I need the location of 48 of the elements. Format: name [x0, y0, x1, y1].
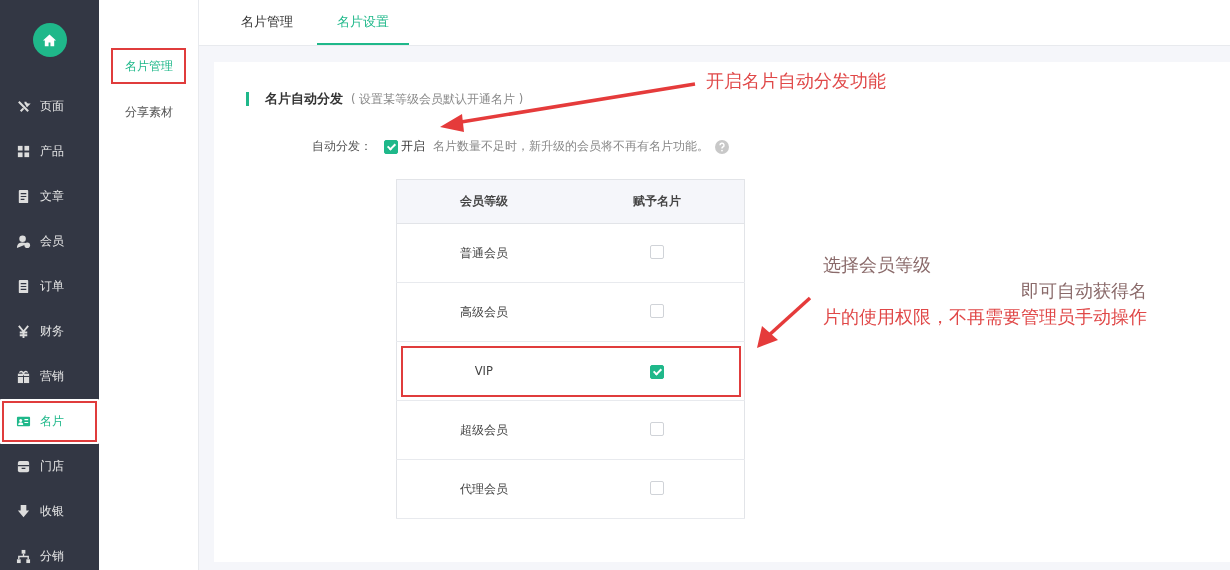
sidebar-item[interactable]: 产品 [0, 129, 99, 174]
checkbox[interactable] [384, 139, 398, 154]
sidebar-item[interactable]: 分销 [0, 534, 99, 570]
field-label: 自动分发： [311, 139, 373, 154]
store-icon [16, 459, 31, 474]
sidebar-item[interactable]: 文章 [0, 174, 99, 219]
sidebar-item[interactable]: 财务 [0, 309, 99, 354]
checkbox[interactable] [650, 244, 665, 259]
annotation-text: 选择会员等级 [823, 253, 932, 277]
checkbox[interactable] [650, 364, 665, 379]
annotation-text: 片的使用权限，不再需要管理员手动操作 [823, 305, 1147, 329]
user-icon [16, 234, 31, 249]
help-text: 名片数量不足时，新升级的会员将不再有名片功能。 [433, 139, 709, 154]
document-icon [16, 189, 31, 204]
table-cell: 代理会员 [459, 481, 508, 496]
sidebar-item[interactable]: 页面 [0, 84, 99, 129]
checkbox[interactable] [650, 421, 665, 436]
id-card-icon [16, 414, 31, 429]
sidebar-item[interactable]: 订单 [0, 264, 99, 309]
sidebar-item[interactable]: 营销 [0, 354, 99, 399]
hierarchy-icon [16, 549, 31, 564]
column-header: 赋予名片 [633, 194, 682, 208]
section-title: 名片自动分发 [265, 90, 343, 108]
sidebar-item[interactable]: 会员 [0, 219, 99, 264]
yen-icon [16, 324, 31, 339]
down-arrow-icon [16, 504, 31, 519]
help-icon[interactable] [715, 139, 729, 154]
annotation-text: 开启名片自动分发功能 [706, 69, 886, 93]
sidebar-item[interactable]: 收银 [0, 489, 99, 534]
annotation-text: 即可自动获得名 [1020, 279, 1147, 303]
annotation-arrow [757, 296, 812, 348]
tools-icon [16, 99, 31, 114]
option-label: 开启 [401, 139, 425, 154]
list-icon [16, 279, 31, 294]
home-logo-icon[interactable] [32, 23, 67, 57]
tab[interactable]: 名片管理 [221, 0, 313, 45]
submenu-item[interactable]: 分享素材 [111, 94, 186, 130]
gift-icon [16, 369, 31, 384]
column-header: 会员等级 [459, 194, 508, 208]
table-cell: 高级会员 [459, 304, 508, 319]
checkbox[interactable] [650, 480, 665, 495]
checkbox[interactable] [650, 303, 665, 318]
table-cell: 普通会员 [459, 245, 508, 260]
sidebar-item[interactable]: 门店 [0, 444, 99, 489]
section-hint: ( 设置某等级会员默认开通名片 ) [351, 91, 524, 107]
table-cell: 超级会员 [459, 422, 508, 437]
table-cell: VIP [474, 364, 493, 378]
grid-icon [16, 144, 31, 159]
